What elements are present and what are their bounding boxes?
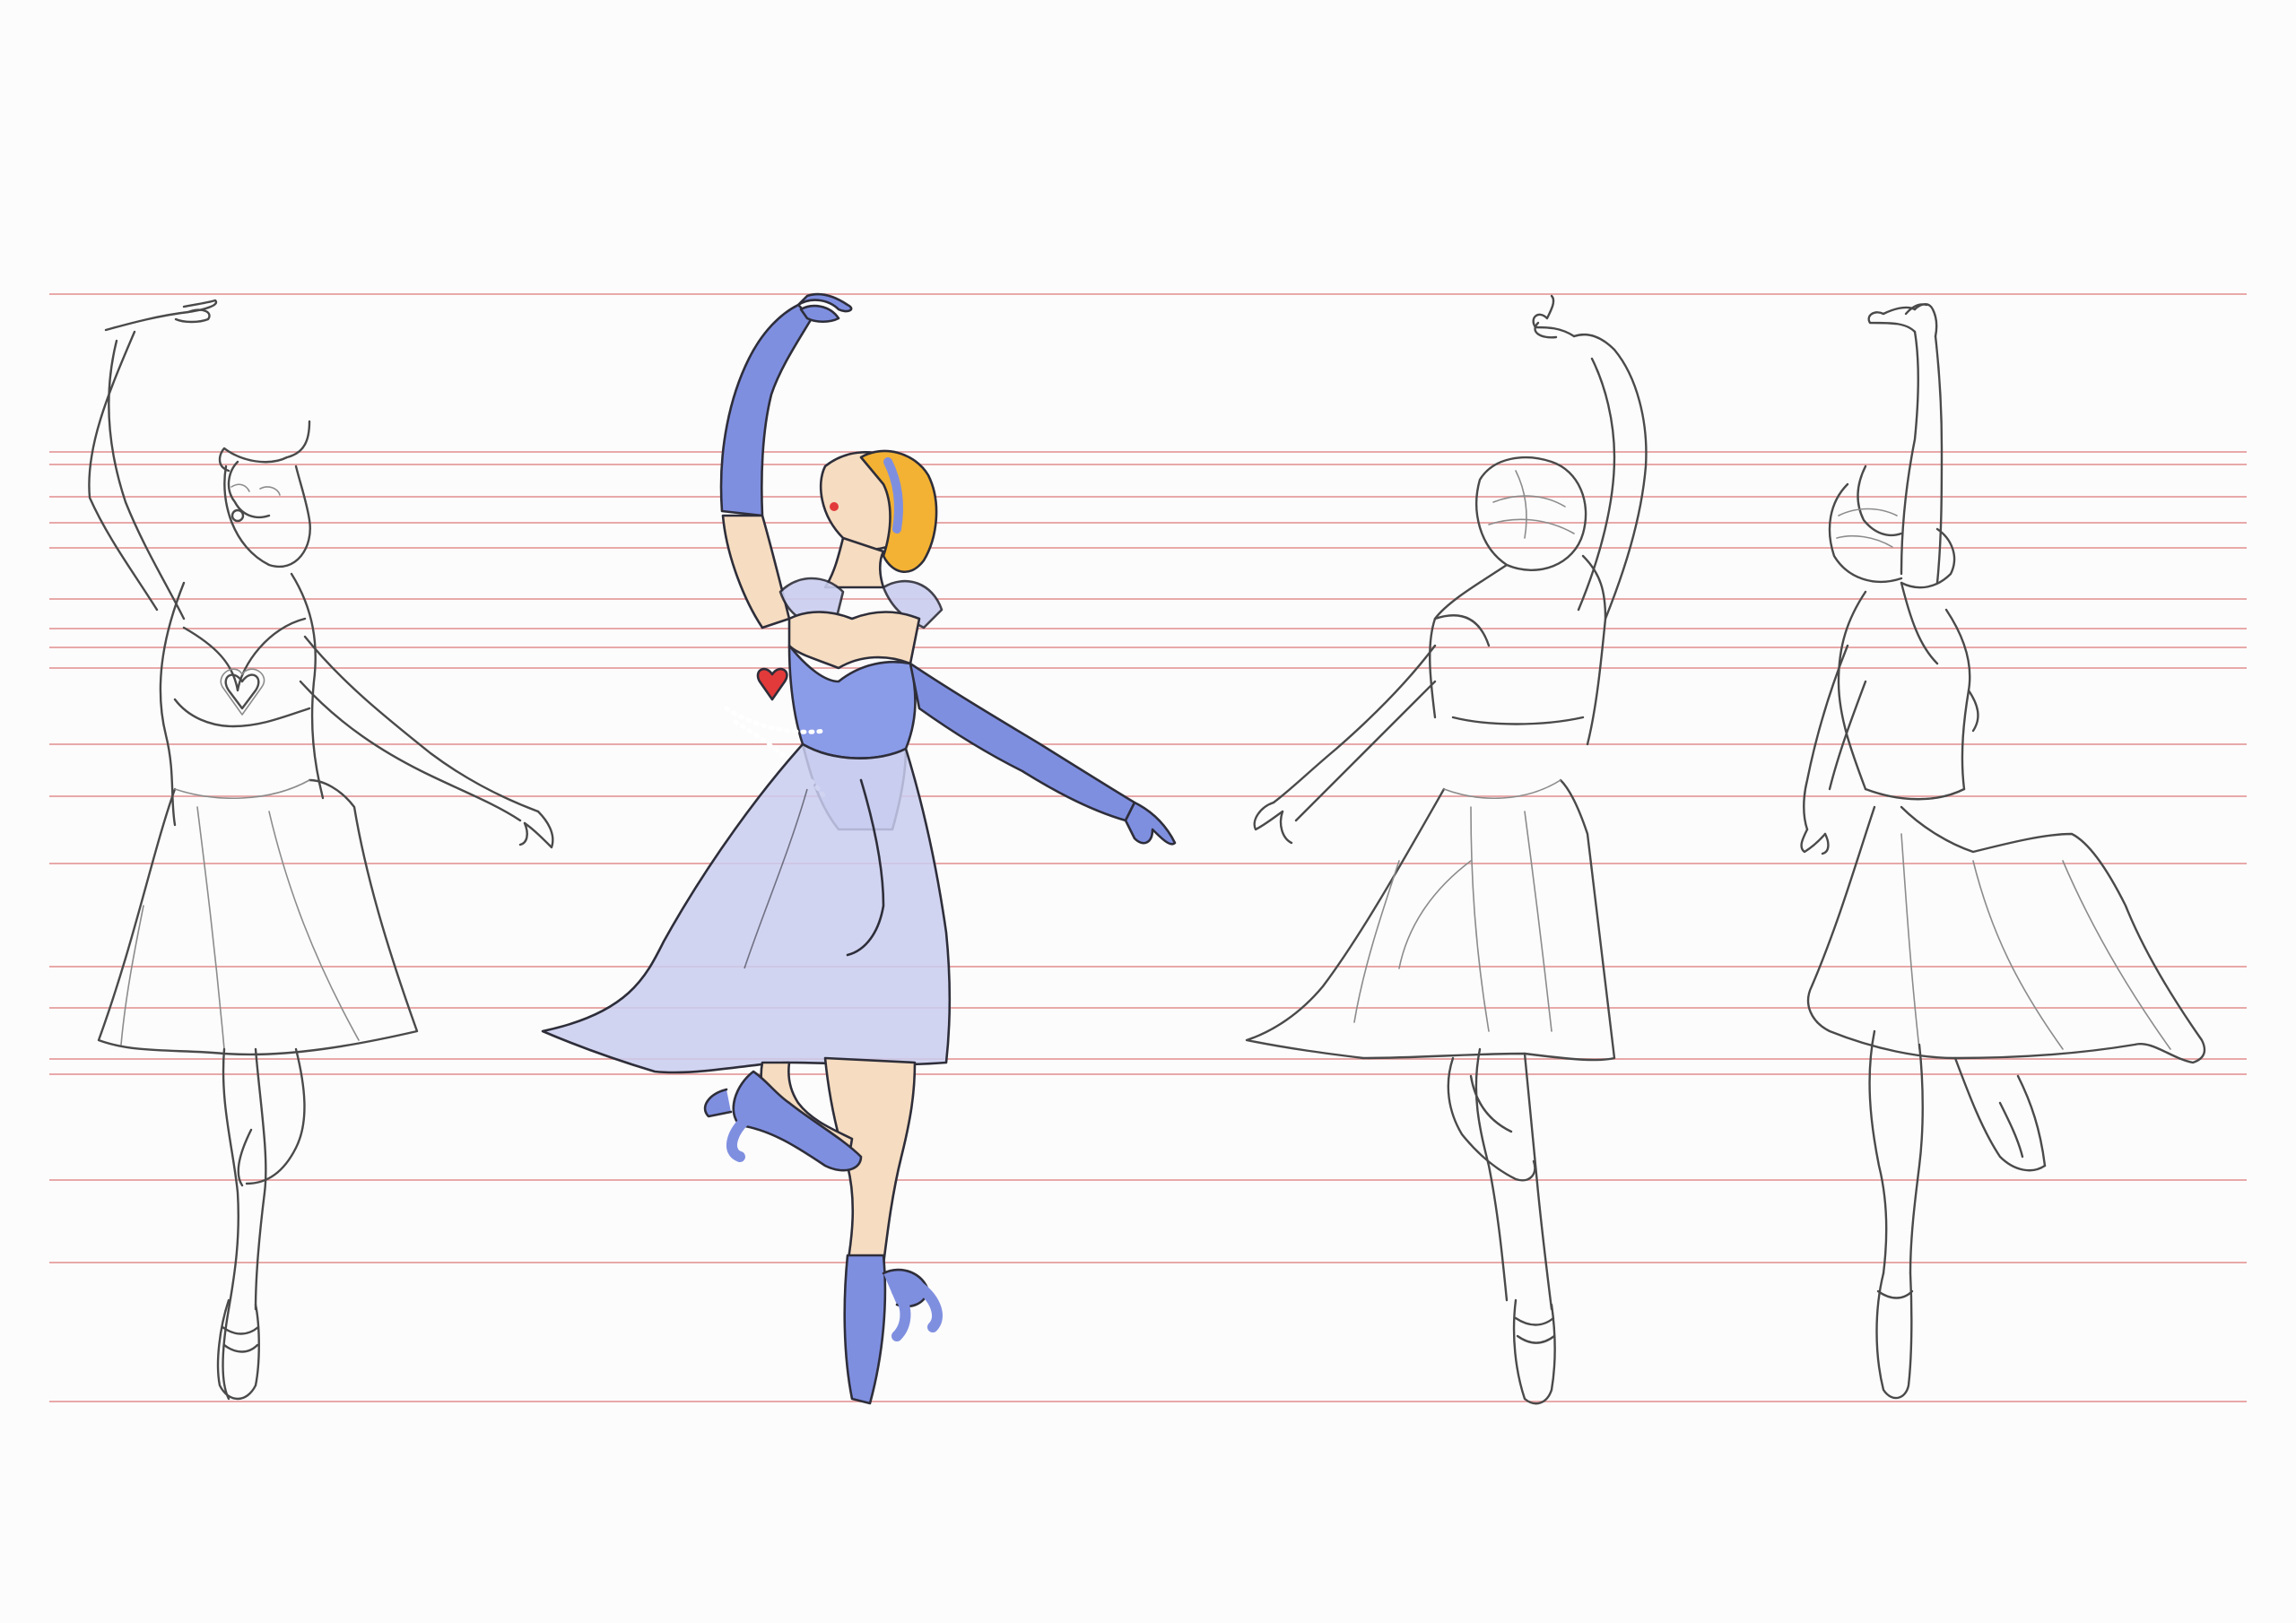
back-view-sketch [1245, 294, 1648, 1405]
model-sheet-svg [49, 292, 2247, 1405]
height-guide-lines [49, 293, 2247, 1402]
three-quarter-view-colored [541, 292, 1177, 1405]
back-three-quarter-view-sketch [1800, 303, 2206, 1400]
model-sheet-canvas [0, 0, 2296, 1623]
